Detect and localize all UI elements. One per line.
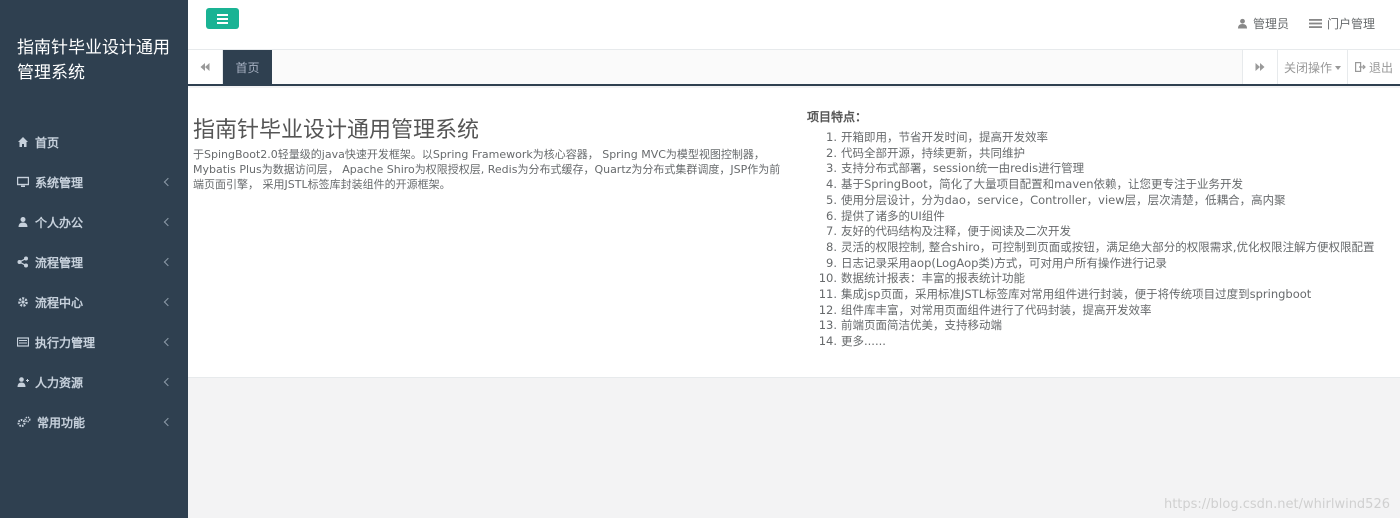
sidebar: 指南针毕业设计通用管理系统 首页 系统管理 个人办公 流程管理 流程中心 执行力… [0,0,188,518]
chevron-left-icon [162,255,172,269]
backward-icon [200,63,210,71]
logout-label: 退出 [1368,60,1393,75]
list-item: 8. 灵活的权限控制, 整合shiro，可控制到页面或按钮，满足绝大部分的权限需求… [826,239,1375,254]
logout-button[interactable]: 退出 [1347,50,1400,84]
admin-menu[interactable]: 管理员 [1237,15,1289,32]
page-tabs-bar: 首页 关闭操作 退出 [188,50,1400,86]
watermark: https://blog.csdn.net/whirlwind526 [1163,497,1390,512]
sidebar-toggle-button[interactable] [206,8,239,29]
features-list: 1. 开箱即用，节省开发时间，提高开发效率 2. 代码全部开源，持续更新，共同维护 … [807,130,1387,350]
user-plus-icon [17,376,29,388]
list-item: 9. 日志记录采用aop(LogAop类)方式，可对用户所有操作进行记录 [826,255,1167,270]
tabs-scroll-left-button[interactable] [188,50,223,84]
list-item: 11. 集成jsp页面，采用标准JSTL标签库对常用组件进行封装，便于将传统项目过… [818,287,1312,302]
tabs-scroll-right-button[interactable] [1242,50,1277,84]
list-item: 12. 组件库丰富，对常用页面组件进行了代码封装，提高开发效率 [818,302,1152,317]
list-item: 14. 更多...... [818,334,886,349]
top-navbar: 管理员 门户管理 [188,0,1400,50]
sidebar-item-execution[interactable]: 执行力管理 [0,322,188,362]
tab-home[interactable]: 首页 [223,50,272,84]
chevron-left-icon [162,295,172,309]
app-brand-title: 指南针毕业设计通用管理系统 [17,38,170,83]
forward-icon [1255,63,1265,71]
chevron-left-icon [162,375,172,389]
sidebar-item-process-mgmt[interactable]: 流程管理 [0,242,188,282]
gears-icon [17,416,31,428]
gear-icon [17,296,29,308]
list-item: 4. 基于SpringBoot，简化了大量项目配置和maven依赖，让您更专注于业… [826,177,1243,192]
list-item: 7. 友好的代码结构及注释，便于阅读及二次开发 [826,224,1071,239]
list-item: 6. 提供了诸多的UI组件 [826,208,945,223]
hamburger-icon [217,14,228,16]
sidebar-item-common[interactable]: 常用功能 [0,402,188,442]
close-operations-dropdown[interactable]: 关闭操作 [1277,50,1347,84]
sign-out-icon [1354,62,1366,72]
sidebar-item-process-center[interactable]: 流程中心 [0,282,188,322]
list-item: 5. 使用分层设计，分为dao，service，Controller，view层，… [826,192,1286,207]
sidebar-item-hr[interactable]: 人力资源 [0,362,188,402]
user-icon [17,216,29,228]
chevron-left-icon [162,175,172,189]
page-title: 指南针毕业设计通用管理系统 [193,118,480,143]
sidebar-item-label: 执行力管理 [35,335,96,350]
share-icon [17,256,29,268]
chevron-left-icon [162,215,172,229]
sidebar-item-label: 常用功能 [37,415,86,430]
sidebar-item-label: 个人办公 [35,215,84,230]
system-description: 于SpingBoot2.0轻量级的java快速开发框架。以Spring Fram… [193,148,781,191]
user-icon [1237,18,1248,29]
list-item: 3. 支持分布式部署，session统一由redis进行管理 [826,161,1085,176]
sidebar-item-system[interactable]: 系统管理 [0,162,188,202]
list-icon [16,336,30,348]
list-item: 1. 开箱即用，节省开发时间，提高开发效率 [826,130,1048,144]
caret-down-icon [1335,66,1341,70]
desktop-icon [16,176,30,188]
list-icon [1309,18,1322,29]
home-icon [17,136,29,148]
sidebar-item-office[interactable]: 个人办公 [0,202,188,242]
sidebar-item-label: 首页 [35,135,60,150]
portal-label: 门户管理 [1327,17,1376,31]
sidebar-item-label: 人力资源 [35,375,84,390]
chevron-left-icon [162,335,172,349]
sidebar-item-label: 流程中心 [35,295,84,310]
features-heading: 项目特点： [807,110,868,124]
list-item: 2. 代码全部开源，持续更新，共同维护 [826,145,1025,160]
portal-management-link[interactable]: 门户管理 [1309,15,1375,32]
list-item: 13. 前端页面简洁优美，支持移动端 [818,318,1002,333]
close-ops-label: 关闭操作 [1283,60,1332,75]
sidebar-item-label: 系统管理 [35,175,84,190]
sidebar-item-label: 流程管理 [35,255,84,270]
sidebar-item-home[interactable]: 首页 [0,122,188,162]
admin-label: 管理员 [1253,17,1290,31]
chevron-left-icon [162,415,172,429]
main-content: 指南针毕业设计通用管理系统 于SpingBoot2.0轻量级的java快速开发框… [188,88,1400,378]
list-item: 10. 数据统计报表：丰富的报表统计功能 [818,271,1025,286]
sidebar-nav: 首页 系统管理 个人办公 流程管理 流程中心 执行力管理 人力资源 常用功能 [0,122,188,442]
